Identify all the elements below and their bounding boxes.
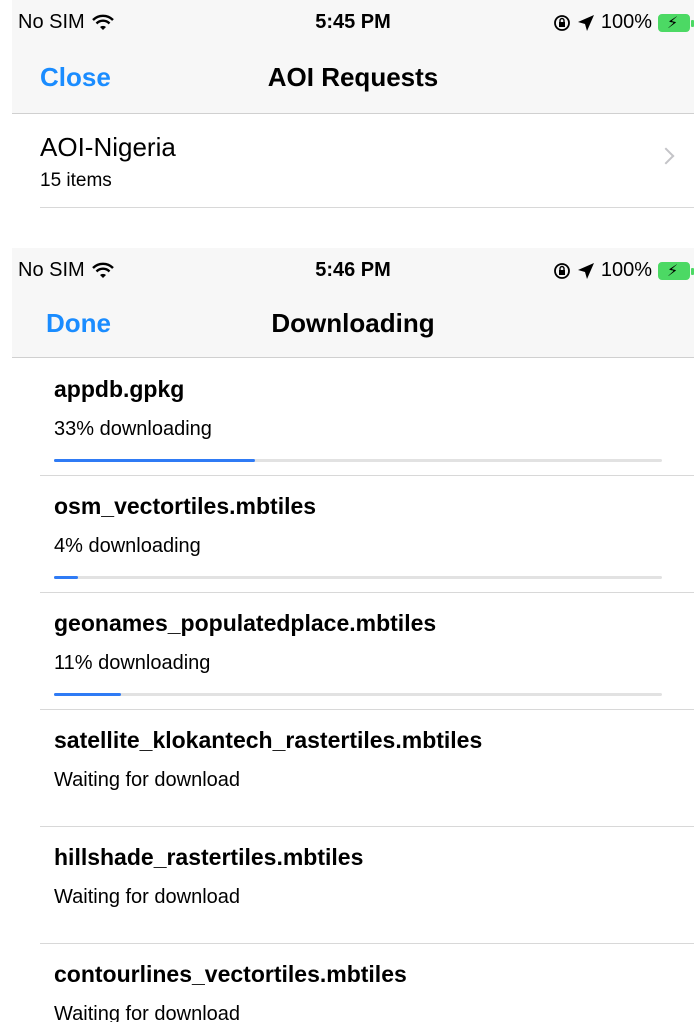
nav-bar: Done Downloading <box>12 288 694 358</box>
aoi-row[interactable]: AOI-Nigeria 15 items <box>40 114 694 208</box>
orientation-lock-icon <box>553 14 570 31</box>
progress-fill <box>54 459 255 462</box>
download-item[interactable]: appdb.gpkg 33% downloading <box>12 358 694 475</box>
download-item[interactable]: contourlines_vectortiles.mbtiles Waiting… <box>12 943 694 1022</box>
status-bar: No SIM 5:45 PM 100% ⚡ <box>12 0 694 40</box>
progress-bar <box>54 693 662 696</box>
download-item[interactable]: hillshade_rastertiles.mbtiles Waiting fo… <box>12 826 694 943</box>
download-status: 4% downloading <box>54 535 201 557</box>
progress-bar <box>54 576 662 579</box>
location-arrow-icon <box>577 262 594 279</box>
progress-bar <box>54 459 662 462</box>
download-list[interactable]: appdb.gpkg 33% downloading osm_vectortil… <box>12 358 694 1022</box>
downloading-sheet: No SIM 5:46 PM 100% ⚡ Done Downloading a… <box>12 248 694 1022</box>
status-right: 100% ⚡ <box>553 259 694 282</box>
battery-percent: 100% <box>600 259 652 281</box>
file-name: hillshade_rastertiles.mbtiles <box>54 844 364 870</box>
download-status: 33% downloading <box>54 418 212 440</box>
download-status: Waiting for download <box>54 1003 241 1022</box>
battery-icon: ⚡ <box>658 261 694 280</box>
download-status: Waiting for download <box>54 886 241 908</box>
page-title: Downloading <box>271 308 435 338</box>
file-name: contourlines_vectortiles.mbtiles <box>54 961 407 987</box>
aoi-name: AOI-Nigeria <box>40 132 176 162</box>
page-title: AOI Requests <box>267 62 439 92</box>
battery-percent: 100% <box>600 11 652 33</box>
file-name: osm_vectortiles.mbtiles <box>54 493 317 519</box>
download-item[interactable]: geonames_populatedplace.mbtiles 11% down… <box>12 592 694 709</box>
file-name: satellite_klokantech_rastertiles.mbtiles <box>54 727 483 753</box>
chevron-right-icon <box>657 147 675 165</box>
file-name: geonames_populatedplace.mbtiles <box>54 610 437 636</box>
download-item[interactable]: osm_vectortiles.mbtiles 4% downloading <box>12 475 694 592</box>
status-bar: No SIM 5:46 PM 100% ⚡ <box>12 248 694 288</box>
download-status: Waiting for download <box>54 769 241 791</box>
status-right: 100% ⚡ <box>553 11 694 34</box>
nav-bar: Close AOI Requests <box>12 40 694 114</box>
download-item[interactable]: satellite_klokantech_rastertiles.mbtiles… <box>12 709 694 826</box>
progress-fill <box>54 576 79 579</box>
download-status: 11% downloading <box>54 652 211 674</box>
aoi-item-count: 15 items <box>40 170 112 191</box>
file-name: appdb.gpkg <box>54 376 185 402</box>
location-arrow-icon <box>577 14 594 31</box>
aoi-requests-sheet: No SIM 5:45 PM 100% ⚡ Close AOI Requests <box>12 0 694 225</box>
battery-icon: ⚡ <box>658 13 694 32</box>
progress-fill <box>54 693 121 696</box>
orientation-lock-icon <box>553 262 570 279</box>
